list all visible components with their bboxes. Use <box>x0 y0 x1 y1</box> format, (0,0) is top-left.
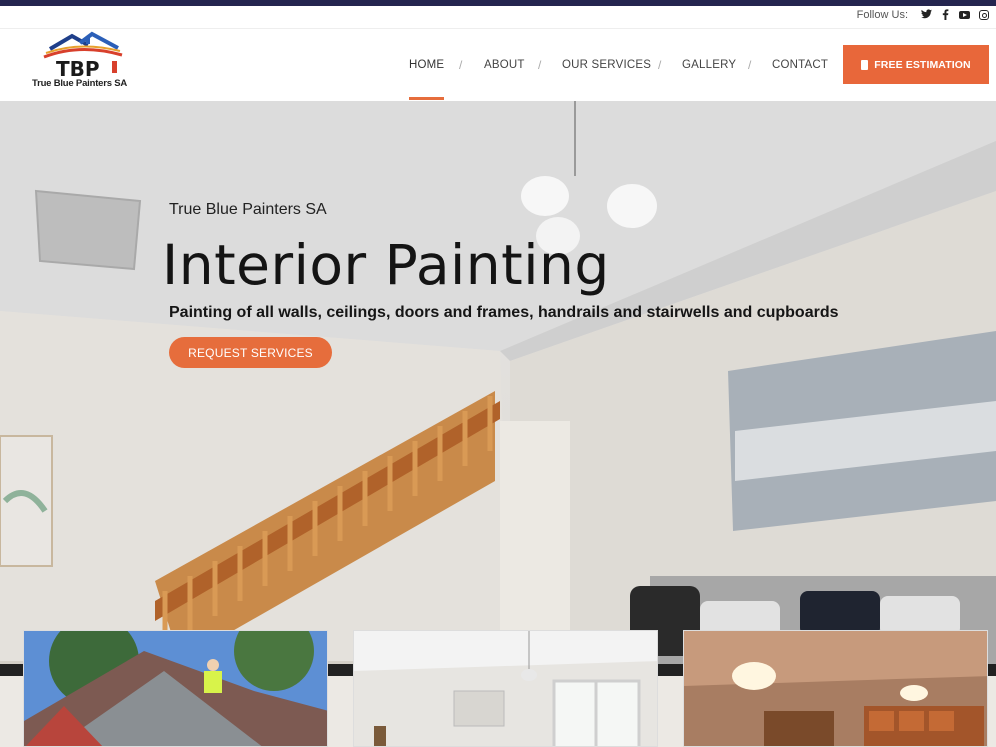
nav-separator: / <box>459 58 463 72</box>
interior-room-image <box>354 631 657 746</box>
nav-separator: / <box>748 58 752 72</box>
kitchen-room-image <box>684 631 987 746</box>
nav-about[interactable]: ABOUT <box>484 59 525 71</box>
youtube-icon[interactable] <box>959 9 970 21</box>
hero-title: Interior Painting <box>162 233 610 297</box>
service-card-interior[interactable] <box>353 630 658 747</box>
facebook-icon[interactable] <box>942 9 949 23</box>
service-card-kitchen[interactable] <box>683 630 988 747</box>
nav-home[interactable]: HOME <box>409 59 444 71</box>
nav-our-services[interactable]: OUR SERVICES <box>562 59 651 71</box>
twitter-icon[interactable] <box>921 9 932 22</box>
site-header: TBP True Blue Painters SA HOME / ABOUT /… <box>0 28 996 101</box>
exterior-painting-image <box>24 631 327 746</box>
nav-separator: / <box>538 58 542 72</box>
nav-separator: / <box>658 58 662 72</box>
nav-contact[interactable]: CONTACT <box>772 59 828 71</box>
hero-description: Painting of all walls, ceilings, doors a… <box>169 304 839 321</box>
logo-name: True Blue Painters SA <box>32 78 128 89</box>
request-services-button[interactable]: REQUEST SERVICES <box>169 337 332 368</box>
social-topbar: Follow Us: <box>0 6 996 28</box>
free-estimation-button[interactable]: FREE ESTIMATION <box>843 45 989 84</box>
nav-gallery[interactable]: GALLERY <box>682 59 736 71</box>
active-nav-indicator <box>409 97 444 100</box>
instagram-icon[interactable] <box>979 9 989 22</box>
document-icon <box>861 59 869 70</box>
hero-subtitle: True Blue Painters SA <box>169 201 327 218</box>
follow-us-label: Follow Us: <box>856 9 908 21</box>
service-card-exterior[interactable] <box>23 630 328 747</box>
free-estimation-label: FREE ESTIMATION <box>874 58 971 71</box>
